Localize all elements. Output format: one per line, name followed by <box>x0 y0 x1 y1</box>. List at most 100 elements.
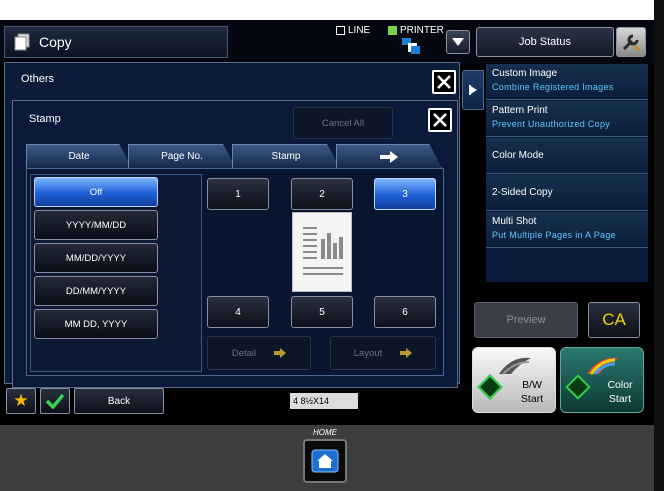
start-diamond-icon <box>565 374 591 400</box>
page-preview-image <box>292 212 352 292</box>
position-1-button[interactable]: 1 <box>207 178 269 210</box>
stamp-close-button[interactable] <box>428 108 452 132</box>
position-label: 1 <box>235 188 241 200</box>
custom-image-sub: Combine Registered Images <box>492 82 614 92</box>
settings-button[interactable] <box>616 27 646 57</box>
bw-start-line1: B/W <box>522 379 542 391</box>
position-label: 6 <box>402 306 408 318</box>
preview-button[interactable]: Preview <box>474 302 578 338</box>
two-sided-copy-item[interactable]: 2-Sided Copy <box>486 175 648 211</box>
pattern-print-label: Pattern Print <box>492 105 548 116</box>
confirm-button[interactable] <box>40 388 70 414</box>
detail-label: Detail <box>231 347 257 359</box>
pattern-print-sub: Prevent Unauthorized Copy <box>492 119 611 129</box>
job-status-button[interactable]: Job Status <box>476 27 614 57</box>
format-option-off[interactable]: Off <box>34 177 158 207</box>
format-option-mm-dd-yyyy[interactable]: MM/DD/YYYY <box>34 243 158 273</box>
bw-start-line2: Start <box>520 393 544 405</box>
status-dropdown-button[interactable] <box>446 30 470 54</box>
others-close-button[interactable] <box>432 70 456 94</box>
format-option-label: MM/DD/YYYY <box>65 252 127 264</box>
multi-shot-item[interactable]: Multi Shot Put Multiple Pages in A Page <box>486 212 648 248</box>
color-start-line2: Start <box>608 393 632 405</box>
document-chart-icon <box>303 227 343 275</box>
mode-title-text: Copy <box>39 34 72 50</box>
color-toner-icon <box>587 357 619 375</box>
start-diamond-icon <box>477 374 503 400</box>
wrench-icon <box>622 34 641 52</box>
touch-screen: Copy LINE PRINTER Job Status Custom Imag… <box>0 0 654 425</box>
tab-date-label: Date <box>68 151 90 162</box>
layout-button[interactable]: Layout <box>330 336 436 370</box>
favorite-button[interactable]: ★ <box>6 388 36 414</box>
arrow-right-icon <box>380 150 398 163</box>
two-sided-copy-label: 2-Sided Copy <box>492 187 553 198</box>
printer-checkbox-icon <box>388 26 397 35</box>
clear-all-button[interactable]: CA <box>588 302 640 338</box>
star-icon: ★ <box>13 391 29 410</box>
printer-label: PRINTER <box>400 25 444 36</box>
cancel-all-button[interactable]: Cancel All <box>293 107 393 139</box>
color-start-button[interactable]: Color Start <box>560 347 644 413</box>
tab-stamp[interactable]: Stamp <box>232 144 340 168</box>
back-label: Back <box>107 395 131 407</box>
format-option-dd-mm-yyyy[interactable]: DD/MM/YYYY <box>34 276 158 306</box>
layout-label: Layout <box>353 347 383 359</box>
color-start-line1: Color <box>607 379 633 391</box>
format-option-label: MM DD, YYYY <box>64 318 128 330</box>
tab-stamp-label: Stamp <box>271 151 301 162</box>
home-label: HOME <box>313 428 337 437</box>
printer-status: PRINTER <box>388 25 444 36</box>
bw-toner-icon <box>499 357 531 375</box>
line-label: LINE <box>348 25 371 36</box>
tab-page-no[interactable]: Page No. <box>128 144 236 168</box>
format-option-yyyy-mm-dd[interactable]: YYYY/MM/DD <box>34 210 158 240</box>
position-3-button[interactable]: 3 <box>374 178 436 210</box>
checkmark-icon <box>46 393 64 409</box>
triangle-right-icon <box>469 85 477 95</box>
tab-next-arrow[interactable] <box>336 144 442 168</box>
home-button[interactable] <box>303 439 347 483</box>
tab-date[interactable]: Date <box>26 144 132 168</box>
detail-button[interactable]: Detail <box>207 336 311 370</box>
close-icon <box>433 113 447 127</box>
position-label: 2 <box>319 188 325 200</box>
printer-job-icon <box>402 38 420 54</box>
copy-icon <box>13 33 31 51</box>
triangle-down-icon <box>452 38 464 46</box>
custom-image-label: Custom Image <box>492 68 558 79</box>
custom-image-item[interactable]: Custom Image Combine Registered Images <box>486 64 648 100</box>
line-status: LINE <box>336 25 370 36</box>
position-4-button[interactable]: 4 <box>207 296 269 328</box>
arrow-right-icon <box>274 348 287 358</box>
device-frame-right <box>654 0 664 491</box>
line-checkbox-icon <box>336 26 345 35</box>
stamp-title: Stamp <box>29 113 61 125</box>
others-title: Others <box>21 73 55 85</box>
position-2-button[interactable]: 2 <box>291 178 353 210</box>
position-5-button[interactable]: 5 <box>291 296 353 328</box>
color-mode-label: Color Mode <box>492 150 544 161</box>
pattern-print-item[interactable]: Pattern Print Prevent Unauthorized Copy <box>486 101 648 137</box>
position-label: 4 <box>235 306 241 318</box>
tab-page-no-label: Page No. <box>161 151 203 162</box>
position-6-button[interactable]: 6 <box>374 296 436 328</box>
color-mode-item[interactable]: Color Mode <box>486 138 648 174</box>
multi-shot-label: Multi Shot <box>492 216 537 227</box>
back-button[interactable]: Back <box>74 388 164 414</box>
format-option-mm-dd-comma-yyyy[interactable]: MM DD, YYYY <box>34 309 158 339</box>
multi-shot-sub: Put Multiple Pages in A Page <box>492 230 616 240</box>
preview-label: Preview <box>506 314 546 326</box>
position-label: 3 <box>402 188 408 200</box>
right-function-panel: Custom Image Combine Registered Images P… <box>486 64 648 282</box>
clear-all-label: CA <box>602 310 626 329</box>
position-label: 5 <box>319 306 325 318</box>
format-option-label: YYYY/MM/DD <box>65 219 127 231</box>
format-option-label: Off <box>89 186 103 198</box>
paper-size-indicator: 4 8½X14 <box>290 393 358 409</box>
arrow-right-icon <box>400 348 413 358</box>
paper-size-text: 4 8½X14 <box>293 396 330 406</box>
mode-title: Copy <box>4 26 228 58</box>
right-panel-toggle-tab[interactable] <box>462 70 484 110</box>
bw-start-button[interactable]: B/W Start <box>472 347 556 413</box>
